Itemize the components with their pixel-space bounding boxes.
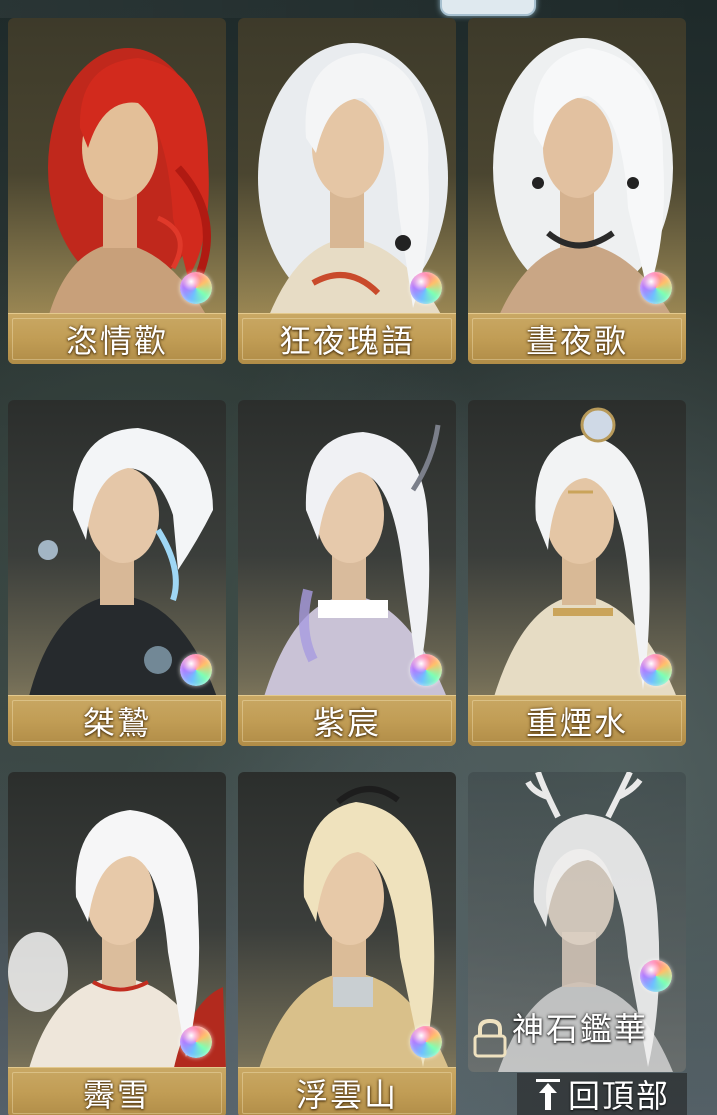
outfit-gallery: 恣情歡 狂夜瑰語 晝夜歌 桀鷙 紫宸 重煙水 霽雪 浮雲山 神石鑑華 回頂部 [0,0,717,1115]
rainbow-orb-icon [180,1026,212,1058]
name-plate: 重煙水 [468,695,686,746]
rainbow-orb-icon [640,272,672,304]
name-plate: 桀鷙 [8,695,226,746]
rainbow-orb-icon [640,960,672,992]
rainbow-orb-icon [410,654,442,686]
character-name: 紫宸 [312,704,381,742]
character-name: 晝夜歌 [525,322,628,360]
rainbow-orb-icon [640,654,672,686]
top-tab-button[interactable] [440,0,536,16]
lock-icon [473,1018,507,1058]
character-name: 神石鑑華 [512,1010,649,1048]
character-name: 霽雪 [82,1076,151,1114]
character-card[interactable]: 浮雲山 [238,772,456,1115]
rainbow-orb-icon [410,272,442,304]
character-card[interactable]: 恣情歡 [8,18,226,364]
top-strip [0,0,717,18]
character-card[interactable]: 霽雪 [8,772,226,1115]
character-card[interactable]: 狂夜瑰語 [238,18,456,364]
name-plate: 浮雲山 [238,1067,456,1115]
character-card-locked[interactable]: 神石鑑華 [468,772,686,1072]
rainbow-orb-icon [180,654,212,686]
back-to-top-button[interactable]: 回頂部 [517,1073,687,1115]
name-plate: 霽雪 [8,1067,226,1115]
character-card[interactable]: 晝夜歌 [468,18,686,364]
character-card[interactable]: 紫宸 [238,400,456,746]
name-plate: 紫宸 [238,695,456,746]
character-name: 桀鷙 [82,704,151,742]
character-name: 浮雲山 [295,1076,398,1114]
character-card[interactable]: 重煙水 [468,400,686,746]
arrow-up-icon [535,1079,560,1110]
rainbow-orb-icon [180,272,212,304]
character-name: 重煙水 [525,704,628,742]
back-to-top-label: 回頂部 [567,1077,670,1115]
character-name: 恣情歡 [65,322,168,360]
character-card[interactable]: 桀鷙 [8,400,226,746]
name-plate: 恣情歡 [8,313,226,364]
character-name: 狂夜瑰語 [278,322,415,360]
name-plate: 狂夜瑰語 [238,313,456,364]
rainbow-orb-icon [410,1026,442,1058]
name-plate: 晝夜歌 [468,313,686,364]
